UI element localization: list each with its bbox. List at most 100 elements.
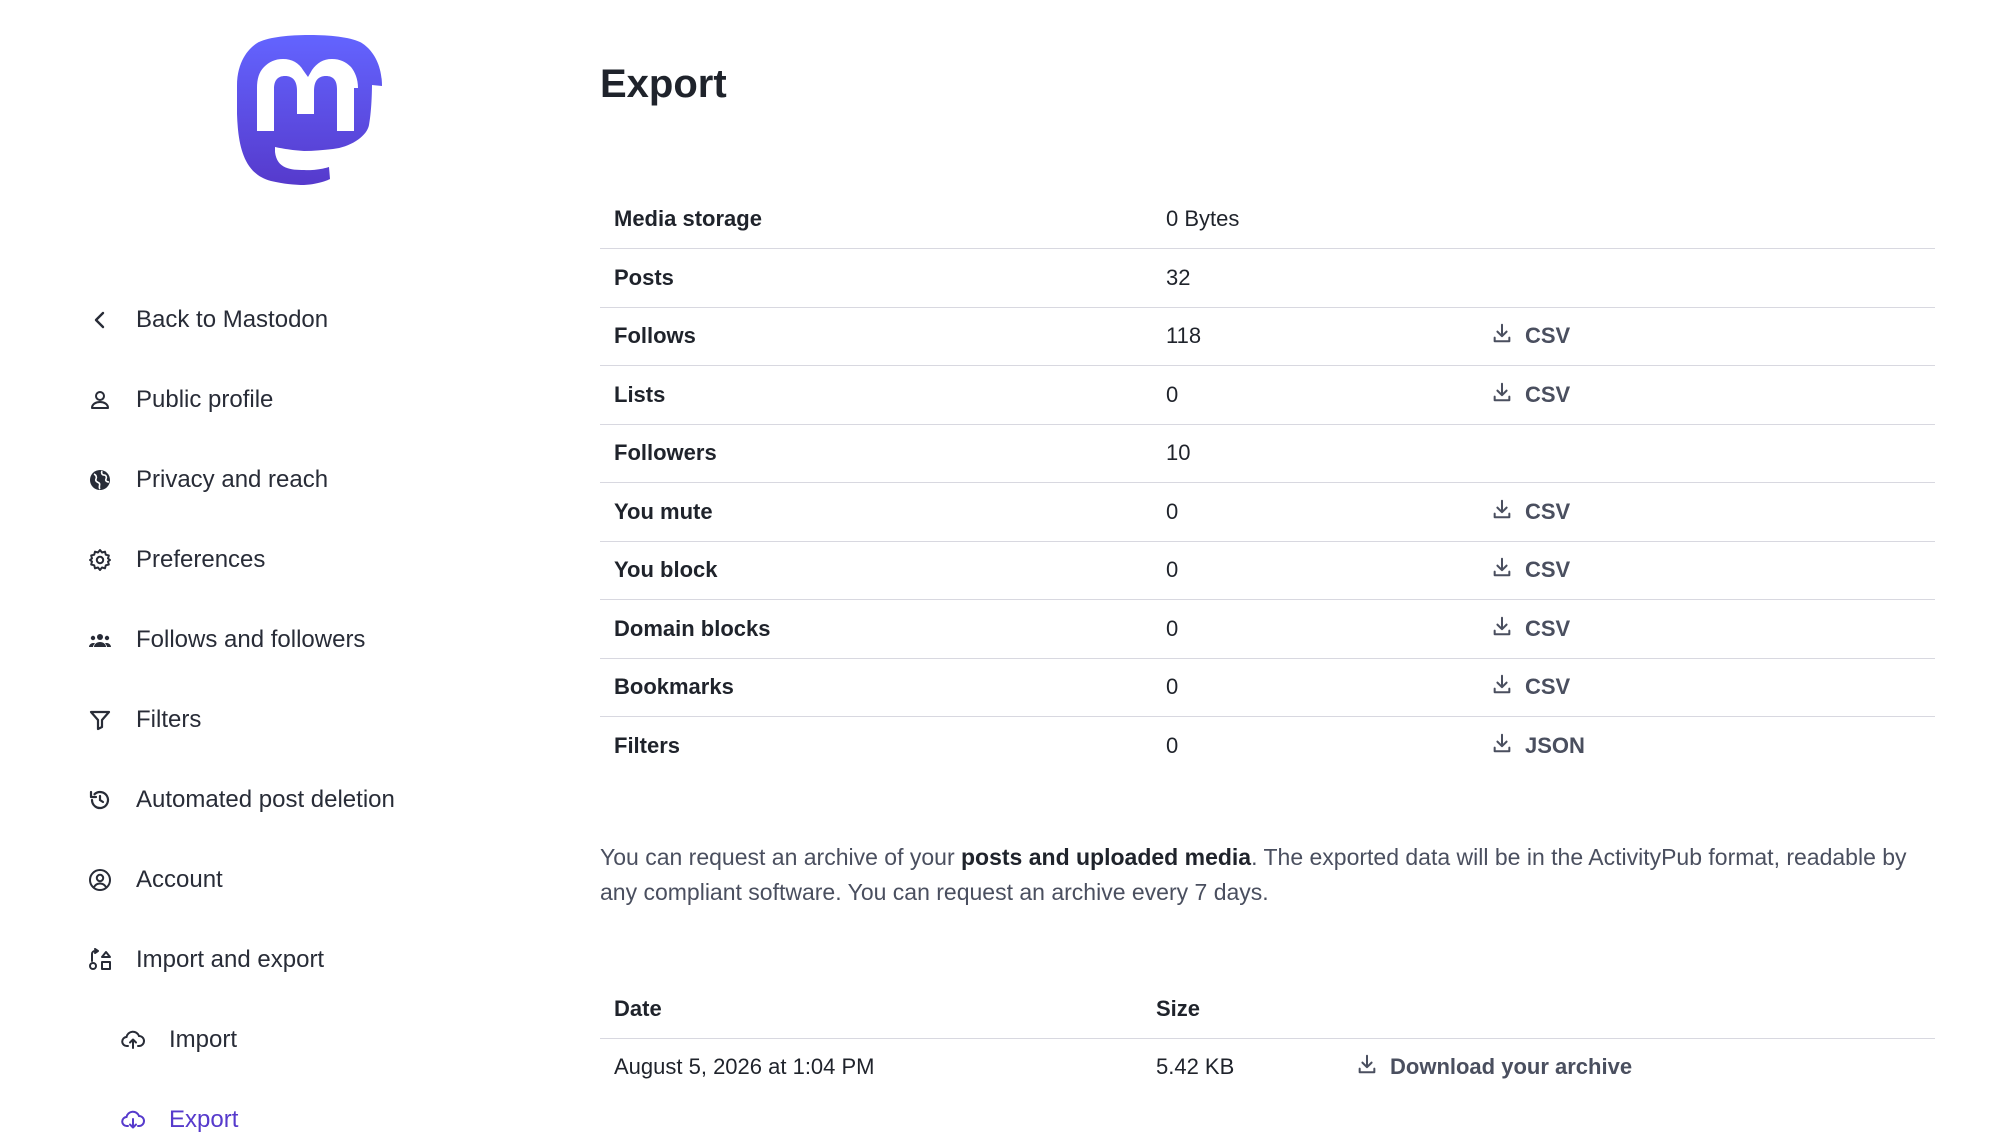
download-format-label: CSV [1525,381,1571,407]
gear-icon [86,546,114,574]
download-format-label: CSV [1525,498,1571,524]
cloud-download-icon [119,1106,147,1134]
column-header-action [1342,980,1935,1039]
sidebar-nav: Back to Mastodon Public profile Privacy … [86,280,506,1144]
table-row: You block 0 CSV [600,541,1935,600]
sidebar-item-account[interactable]: Account [86,840,506,920]
sidebar-item-label: Export [169,1106,239,1133]
mastodon-logo-icon[interactable] [228,30,386,200]
table-row: Posts 32 [600,249,1935,307]
stat-label: Media storage [614,206,762,231]
stat-value: 118 [1166,323,1202,349]
stat-value: 0 [1166,733,1179,758]
table-row: You mute 0 CSV [600,483,1935,541]
filter-icon [86,706,114,734]
sidebar-item-label: Automated post deletion [136,786,395,813]
sidebar-item-label: Privacy and reach [136,466,329,493]
stat-value: 0 [1166,557,1179,583]
sidebar-item-import-and-export[interactable]: Import and export [86,920,506,1000]
download-csv-link[interactable]: CSV [1491,556,1570,584]
download-icon [1356,1053,1378,1081]
archives-header-row: Date Size [600,980,1935,1039]
stat-label: You block [614,557,718,583]
sidebar-item-import[interactable]: Import [86,1000,506,1080]
table-row: Follows 118 CSV [600,307,1935,366]
archive-date: August 5, 2026 at 1:04 PM [614,1054,875,1080]
globe-icon [86,466,114,494]
table-row: Media storage 0 Bytes [600,190,1935,249]
stat-value: 32 [1166,264,1191,290]
stat-label: Filters [614,733,681,758]
stat-label: Domain blocks [614,615,771,641]
stat-value: 10 [1166,440,1191,466]
download-format-label: CSV [1525,674,1571,700]
download-icon [1491,732,1513,760]
stat-value: 0 [1166,674,1179,700]
sidebar-item-back-to-mastodon[interactable]: Back to Mastodon [86,280,506,360]
sidebar-item-label: Back to Mastodon [136,306,329,333]
sidebar-item-preferences[interactable]: Preferences [86,520,506,600]
cloud-upload-icon [119,1026,147,1054]
download-archive-label: Download your archive [1390,1054,1633,1080]
download-format-label: CSV [1525,557,1571,583]
history-icon [86,786,114,814]
sidebar-item-follows-and-followers[interactable]: Follows and followers [86,600,506,680]
table-row: Filters 0 JSON [600,717,1935,776]
sidebar-item-label: Filters [136,706,202,733]
download-csv-link[interactable]: CSV [1491,381,1570,409]
sidebar-item-privacy-and-reach[interactable]: Privacy and reach [86,440,506,520]
download-icon [1491,498,1513,526]
account-circle-icon [86,866,114,894]
download-icon [1491,381,1513,409]
archives-table: Date Size August 5, 2026 at 1:04 PM 5.42… [600,980,1935,1096]
stat-label: You mute [614,498,713,524]
person-icon [86,386,114,414]
table-row: Lists 0 CSV [600,366,1935,424]
download-format-label: CSV [1525,323,1571,349]
stat-value: 0 [1166,498,1179,524]
download-json-link[interactable]: JSON [1491,732,1585,760]
download-icon [1491,556,1513,584]
download-icon [1491,322,1513,350]
archive-description: You can request an archive of your posts… [600,844,1907,905]
download-csv-link[interactable]: CSV [1491,673,1570,701]
stat-label: Follows [614,323,696,349]
chevron-left-icon [86,306,114,334]
table-row: Followers 10 [600,424,1935,483]
download-archive-link[interactable]: Download your archive [1356,1053,1632,1081]
sidebar-item-label: Import and export [136,946,325,973]
sidebar-item-label: Import [169,1026,238,1053]
page-title: Export [600,62,727,106]
download-icon [1491,615,1513,643]
sidebar-item-label: Follows and followers [136,626,366,653]
table-row: Domain blocks 0 CSV [600,600,1935,658]
sidebar-item-public-profile[interactable]: Public profile [86,360,506,440]
sidebar-item-filters[interactable]: Filters [86,680,506,760]
sidebar-item-export[interactable]: Export [86,1080,506,1144]
table-row: Bookmarks 0 CSV [600,658,1935,717]
stat-label: Posts [614,264,674,290]
group-icon [86,626,114,654]
archive-size: 5.42 KB [1156,1054,1235,1080]
stat-label: Bookmarks [614,674,734,700]
stat-value: 0 Bytes [1166,206,1240,231]
download-format-label: JSON [1525,733,1585,758]
stat-value: 0 [1166,381,1179,407]
download-csv-link[interactable]: CSV [1491,615,1570,643]
download-icon [1491,673,1513,701]
sidebar-item-label: Preferences [136,546,266,573]
column-header-size: Size [1142,980,1342,1039]
download-csv-link[interactable]: CSV [1491,498,1570,526]
export-stats-table: Media storage 0 Bytes Posts 32 Follows 118 CSV… [600,190,1935,775]
stat-value: 0 [1166,615,1179,641]
import-export-icon [86,946,114,974]
stat-label: Lists [614,381,666,407]
stat-label: Followers [614,440,717,466]
download-format-label: CSV [1525,615,1571,641]
table-row: August 5, 2026 at 1:04 PM 5.42 KB Downlo… [600,1038,1935,1096]
sidebar-item-label: Account [136,866,223,893]
sidebar-item-automated-post-deletion[interactable]: Automated post deletion [86,760,506,840]
download-csv-link[interactable]: CSV [1491,322,1570,350]
column-header-date: Date [600,980,1142,1039]
sidebar-item-label: Public profile [136,386,274,413]
